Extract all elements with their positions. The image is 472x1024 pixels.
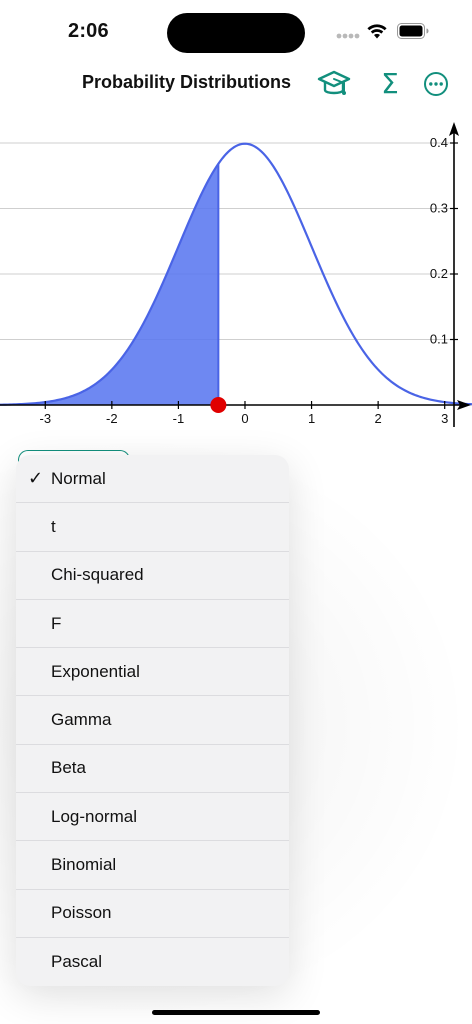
status-time: 2:06 [68, 20, 109, 42]
x-tick-label: -1 [173, 411, 185, 426]
menu-item-binomial[interactable]: Binomial [16, 841, 289, 890]
menu-item-t[interactable]: t [16, 503, 289, 552]
shaded-probability-area [0, 163, 219, 405]
menu-item-label: Binomial [51, 855, 117, 875]
menu-item-gamma[interactable]: Gamma [16, 696, 289, 745]
cellular-signal-icon [336, 33, 360, 39]
menu-item-label: Chi-squared [51, 565, 144, 585]
x-tick-label: 2 [375, 411, 382, 426]
y-tick-label: 0.1 [430, 332, 448, 347]
menu-item-label: Log-normal [51, 806, 137, 826]
home-indicator [152, 1010, 320, 1015]
dynamic-island [167, 13, 305, 53]
menu-item-label: F [51, 613, 62, 633]
menu-item-beta[interactable]: Beta [16, 745, 289, 794]
battery-icon [397, 23, 429, 39]
wifi-icon [367, 24, 387, 39]
x-tick-label: 3 [441, 411, 448, 426]
x-tick-label: 1 [308, 411, 315, 426]
menu-item-label: Exponential [51, 661, 140, 681]
menu-item-label: Poisson [51, 903, 112, 923]
y-tick-label: 0.2 [430, 266, 448, 281]
formulas-button[interactable]: Σ [372, 66, 408, 102]
menu-item-pascal[interactable]: Pascal [16, 938, 289, 986]
menu-item-chi-squared[interactable]: Chi-squared [16, 552, 289, 600]
menu-item-log-normal[interactable]: Log-normal [16, 793, 289, 842]
ellipsis-circle-icon [424, 72, 448, 96]
more-options-button[interactable] [418, 66, 454, 102]
menu-item-f[interactable]: F [16, 600, 289, 649]
menu-item-label: Pascal [51, 952, 103, 972]
x-tick-label: 0 [241, 411, 248, 426]
sigma-icon: Σ [381, 67, 399, 100]
menu-item-label: t [51, 516, 56, 536]
distribution-menu: ✓ Normal t Chi-squared F Exponential Gam… [16, 455, 289, 986]
graduation-cap-icon [317, 70, 351, 95]
learn-button[interactable] [316, 66, 352, 102]
y-tick-label: 0.3 [430, 201, 448, 216]
menu-item-label: Normal [51, 468, 106, 488]
screen: 2:06 Probability Distributions Σ -3 -2 -… [0, 0, 472, 1024]
y-tick-label: 0.4 [430, 135, 448, 150]
menu-item-exponential[interactable]: Exponential [16, 648, 289, 697]
menu-item-normal[interactable]: ✓ Normal [16, 455, 289, 504]
distribution-chart[interactable]: -3 -2 -1 0 1 2 3 0.1 0.2 0.3 0.4 [0, 115, 472, 435]
chart-gridlines [0, 142, 454, 340]
menu-item-poisson[interactable]: Poisson [16, 890, 289, 938]
menu-item-label: Gamma [51, 710, 112, 730]
page-title: Probability Distributions [82, 72, 292, 92]
x-tick-label: -3 [39, 411, 51, 426]
checkmark-icon: ✓ [28, 468, 44, 489]
x-tick-label: -2 [106, 411, 118, 426]
x-value-handle[interactable] [210, 397, 227, 413]
status-bar: 2:06 [0, 0, 472, 62]
menu-item-label: Beta [51, 758, 86, 778]
